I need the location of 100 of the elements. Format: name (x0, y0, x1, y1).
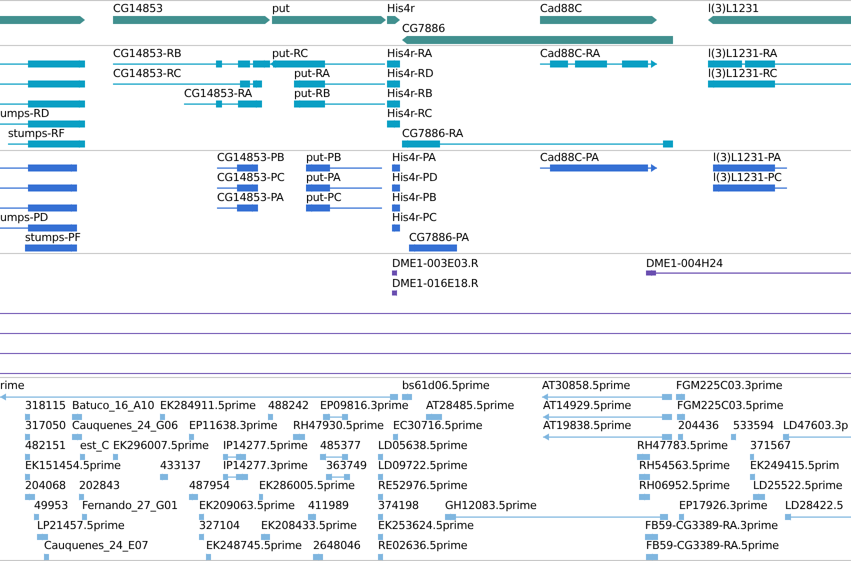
feature-label: His4r-PA (392, 151, 436, 165)
feature-label: LD28422.5 (785, 499, 844, 513)
feature-label: IP14277.5prime (223, 439, 308, 453)
feature-label: Cauquenes_24_E07 (44, 539, 148, 553)
feature-label: RE02636.5prime (378, 539, 468, 553)
feature-label: Fernando_27_G01 (82, 499, 178, 513)
feature-label: umps-RD (0, 107, 50, 121)
feature-label: 411989 (308, 499, 349, 513)
feature-label: AT14929.5prime (543, 399, 632, 413)
feature-label: DME1-003E03.R (392, 257, 478, 271)
feature-label: CG7886 (402, 22, 445, 36)
feature-label: RH06952.5prime (639, 479, 730, 493)
feature-label: EK248745.5prime (206, 539, 302, 553)
feature-label: Cad88C (540, 2, 582, 16)
feature-label: l(3)L1231-RC (708, 67, 778, 81)
feature-label: His4r-RD (387, 67, 434, 81)
feature-label: Cauquenes_24_G06 (72, 419, 178, 433)
feature-label: IP14277.3prime (223, 459, 308, 473)
feature-label: EK296007.5prime (113, 439, 209, 453)
feature-label: l(3)L1231-RA (708, 47, 778, 61)
feature-label: put-RA (294, 67, 330, 81)
feature-label: EK286005.5prime (259, 479, 355, 493)
feature-label: CG14853-PB (217, 151, 284, 165)
feature-label: l(3)L1231-PA (713, 151, 781, 165)
feature-label: AT19838.5prime (543, 419, 632, 433)
feature-label: EK208433.5prime (261, 519, 357, 533)
feature-label: umps-PD (0, 211, 48, 225)
feature-label: 317050 (25, 419, 66, 433)
feature-label: l(3)L1231-PC (713, 171, 782, 185)
feature-label: AT28485.5prime (426, 399, 514, 413)
feature-label: CG14853 (113, 2, 163, 16)
feature-label: LD47603.3p (783, 419, 848, 433)
feature-label: l(3)L1231 (708, 2, 759, 16)
feature-label: RH54563.5prime (639, 459, 730, 473)
feature-label: put-PA (306, 171, 340, 185)
feature-label: 204068 (25, 479, 66, 493)
feature-label: put-RC (272, 47, 308, 61)
feature-label: Cad88C-RA (540, 47, 600, 61)
feature-label: CG14853-RA (184, 87, 252, 101)
feature-label: 488242 (268, 399, 309, 413)
feature-label: 371567 (750, 439, 791, 453)
feature-label: 202843 (79, 479, 120, 493)
feature-label: 204436 (678, 419, 719, 433)
feature-label: His4r-RC (387, 107, 432, 121)
feature-label: EK209063.5prime (199, 499, 295, 513)
feature-label: FGM225C03.5prime (677, 399, 784, 413)
feature-label: LD25522.5prime (753, 479, 842, 493)
feature-label: EC30716.5prime (393, 419, 482, 433)
feature-label: 487954 (189, 479, 230, 493)
feature-label: CG14853-RC (113, 67, 181, 81)
feature-label: put-PC (306, 191, 342, 205)
feature-label: RH47930.5prime (293, 419, 384, 433)
feature-label: stumps-RF (8, 127, 65, 141)
feature-label: CG7886-RA (402, 127, 464, 141)
feature-label: GH12083.5prime (445, 499, 537, 513)
feature-label: 533594 (733, 419, 774, 433)
feature-label: AT30858.5prime (542, 379, 630, 393)
feature-label: Cad88C-PA (540, 151, 599, 165)
feature-label: 327104 (199, 519, 240, 533)
feature-label: FGM225C03.3prime (676, 379, 782, 393)
feature-label: His4r-PC (392, 211, 437, 225)
feature-label: EP11638.3prime (189, 419, 278, 433)
feature-label: His4r-RB (387, 87, 432, 101)
feature-label: 2648046 (313, 539, 361, 553)
feature-label: 49953 (34, 499, 68, 513)
feature-label: DME1-004H24 (646, 257, 723, 271)
feature-label: EK284911.5prime (160, 399, 256, 413)
feature-label: His4r-PD (392, 171, 438, 185)
feature-label: 485377 (320, 439, 361, 453)
feature-label: CG14853-PA (217, 191, 284, 205)
feature-label: rime (0, 379, 24, 393)
feature-label: RE52976.5prime (378, 479, 468, 493)
feature-label: put-RB (294, 87, 330, 101)
feature-label: RH47783.5prime (637, 439, 728, 453)
feature-label: 363749 (326, 459, 367, 473)
feature-label: 433137 (160, 459, 201, 473)
feature-label: LP21457.5prime (37, 519, 124, 533)
feature-label: EK253624.5prime (378, 519, 474, 533)
feature-label: FB59-CG3389-RA.5prime (646, 539, 779, 553)
feature-label: His4r-RA (387, 47, 432, 61)
feature-label: Batuco_16_A10 (72, 399, 154, 413)
feature-label: 318115 (25, 399, 66, 413)
feature-label: LD09722.5prime (378, 459, 468, 473)
feature-label: FB59-CG3389-RA.3prime (645, 519, 778, 533)
feature-label: bs61d06.5prime (402, 379, 490, 393)
feature-label: EP17926.3prime (679, 499, 768, 513)
feature-label: 482151 (25, 439, 66, 453)
feature-label: CG14853-PC (217, 171, 284, 185)
feature-label: His4r (387, 2, 415, 16)
feature-label: EK151454.5prime (25, 459, 121, 473)
feature-label: put (272, 2, 290, 16)
feature-label: LD05638.5prime (378, 439, 468, 453)
feature-label: DME1-016E18.R (392, 277, 478, 291)
feature-label: put-PB (306, 151, 342, 165)
feature-label: est_C (80, 439, 109, 453)
feature-label: His4r-PB (392, 191, 436, 205)
feature-label: CG14853-RB (113, 47, 182, 61)
feature-label: EP09816.3prime (320, 399, 408, 413)
feature-label: EK249415.5prim (750, 459, 840, 473)
feature-label: CG7886-PA (409, 231, 469, 245)
